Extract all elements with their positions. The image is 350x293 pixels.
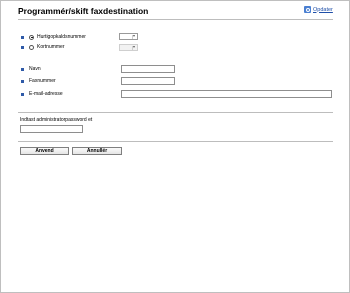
registration-number-row: Hurtigopkaldsnummer [21,34,86,40]
name-row: Navn [21,66,41,72]
card-number-row: Kortnummer [21,44,65,50]
registration-number-select[interactable] [119,33,138,40]
chevron-down-icon [132,46,136,50]
refresh-icon [304,6,311,13]
cancel-button[interactable]: Annullér [72,147,122,155]
email-label: E-mail-adresse [29,91,63,97]
page-title: Programmér/skift faxdestination [18,6,149,16]
card-number-label: Kortnummer [37,44,65,50]
page-frame: Programmér/skift faxdestination Opdater … [0,0,350,293]
name-input[interactable] [121,65,175,73]
section-divider [18,112,333,113]
buttons-divider [18,141,333,142]
registration-number-label: Hurtigopkaldsnummer [37,34,86,40]
bullet-icon [21,92,24,96]
title-divider [18,19,333,20]
card-number-radio[interactable] [29,44,34,50]
bullet-icon [21,35,24,39]
chevron-down-icon [132,35,136,39]
bullet-icon [21,45,24,49]
bullet-icon [21,79,24,83]
registration-number-radio[interactable] [29,34,34,40]
fax-row: Faxnummer [21,78,56,84]
email-input[interactable] [121,90,332,98]
fax-number-input[interactable] [121,77,175,85]
admin-password-input[interactable] [20,125,83,133]
refresh-link[interactable]: Opdater [304,6,333,13]
refresh-label: Opdater [313,6,333,13]
apply-button[interactable]: Anvend [20,147,69,155]
bullet-icon [21,67,24,71]
card-number-select[interactable] [119,44,138,51]
fax-label: Faxnummer [29,78,56,84]
email-row: E-mail-adresse [21,91,63,97]
name-label: Navn [29,66,41,72]
admin-password-label: Indtast administratorpassword et [20,117,93,123]
